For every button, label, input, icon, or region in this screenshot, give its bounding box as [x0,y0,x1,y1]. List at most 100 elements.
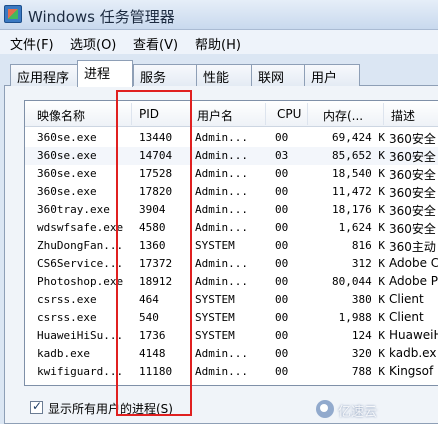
cell-description: 360安全 [389,168,436,182]
cell-memory: 312 K [351,257,385,270]
column-header-memory[interactable]: 内存(... [323,107,363,124]
cell-user-name: SYSTEM [195,239,235,252]
cell-memory: 18,176 K [332,203,385,216]
cell-memory: 18,540 K [332,167,385,180]
cell-description: 360安全 [389,222,436,236]
menu-options[interactable]: 选项(O) [70,34,116,53]
cell-user-name: Admin... [195,347,248,360]
cell-user-name: Admin... [195,383,255,385]
cell-cpu: 00 [275,383,297,385]
cell-memory: 1,624 K [338,221,385,234]
menu-view[interactable]: 查看(V) [133,34,178,53]
column-header-row: 映像名称 PID 用户名 CPU 内存(... 描述 [25,101,438,127]
cell-description: Client [389,292,424,306]
cell-user-name: Admin... [195,275,248,288]
cell-description: Kingsof [389,364,434,378]
show-all-checkbox[interactable] [30,399,43,414]
cell-memory: 320 K [351,347,385,360]
tab-processes[interactable]: 进程 [77,60,133,87]
cell-user-name: Admin... [195,167,248,180]
column-header-description[interactable]: 描述 [391,107,415,124]
window-title: Windows 任务管理器 [28,8,175,26]
cell-cpu: 00 [275,365,289,378]
cell-memory: 69,424 K [332,131,385,144]
column-divider[interactable] [383,103,384,125]
cell-cpu: 00 [275,167,289,180]
cell-cpu: 00 [275,131,289,144]
cell-description: 360主动 [389,240,436,254]
menu-file[interactable]: 文件(F) [10,34,54,53]
menu-bar: 文件(F) 选项(O) 查看(V) 帮助(H) [0,30,438,54]
process-row[interactable]: CS6Service... 17372 Admin... 00 312 K Adobe C [25,255,438,273]
column-divider[interactable] [307,103,308,125]
column-header-cpu[interactable]: CPU [277,107,301,121]
cell-user-name: Admin... [195,221,248,234]
cell-cpu: 00 [275,203,289,216]
cell-memory: 380 K [351,293,385,306]
process-row[interactable]: 360se.exe 17820 Admin... 00 11,472 K 360安全 [25,183,438,201]
process-row[interactable]: csrss.exe 464 SYSTEM 00 380 K Client [25,291,438,309]
cell-description: Client [389,310,424,324]
cell-cpu: 00 [275,185,289,198]
process-row[interactable]: 360se.exe 13440 Admin... 00 69,424 K 360安全 [25,129,438,147]
menu-help[interactable]: 帮助(H) [195,34,241,53]
task-manager-icon [4,5,22,23]
cell-memory: 85,652 K [332,149,385,162]
cell-cpu: 00 [275,329,289,342]
cell-user-name: Admin... [195,257,248,270]
process-row[interactable]: kwifiguard... 11180 Admin... 00 788 K Kingsof [25,363,438,381]
cell-user-name: Admin... [195,365,248,378]
watermark-logo-icon [316,400,334,418]
tab-services[interactable]: 服务 [133,64,197,86]
cell-cpu: 00 [275,257,289,270]
cell-user-name: Admin... [195,185,248,198]
cell-user-name: Admin... [195,203,248,216]
cell-description: 360安全 [389,132,436,146]
process-row[interactable]: HuaweiHiSu... 1736 SYSTEM 00 124 K HuaweiH [25,327,438,345]
cell-description: 360安全 [389,204,436,218]
cell-memory: 1,988 K [338,311,385,324]
cell-memory: 816 K [351,239,385,252]
cell-memory: 11,472 K [332,185,385,198]
process-row[interactable]: kwifi.exe10256Admin...00 [25,381,438,385]
process-row[interactable]: kadb.exe 4148 Admin... 00 320 Kkadb.ex [25,345,438,363]
cell-description: kadb.ex [389,346,437,360]
cell-description: HuaweiH [389,328,438,342]
cell-cpu: 00 [275,347,289,360]
tab-applications[interactable]: 应用程序 [10,64,78,86]
tab-networking[interactable]: 联网 [251,64,305,86]
cell-description: 360安全 [389,186,436,200]
cell-cpu: 00 [275,311,289,324]
cell-cpu: 00 [275,221,289,234]
watermark-text: 亿速云 [338,405,378,420]
tab-strip: 应用程序 进程 服务 性能 联网 用户 [0,58,438,87]
process-row[interactable]: wdswfsafe.exe 4580 Admin... 00 1,624 K 360安全 [25,219,438,237]
pid-highlight-box [116,90,192,416]
watermark: 亿速云 [316,398,436,422]
cell-cpu: 00 [275,275,289,288]
cell-description: Adobe P [389,274,438,288]
process-row[interactable]: 360se.exe 17528 Admin... 00 18,540 K 360安全 [25,165,438,183]
tab-users[interactable]: 用户 [304,64,360,86]
process-row[interactable]: csrss.exe 540 SYSTEM 00 1,988 K Client [25,309,438,327]
cell-user-name: Admin... [195,131,248,144]
cell-user-name: SYSTEM [195,293,235,306]
cell-cpu: 03 [275,149,289,162]
cell-cpu: 00 [275,293,289,306]
process-row[interactable]: ZhuDongFan... 1360 SYSTEM 00 816 K 360主动 [25,237,438,255]
column-header-image-name[interactable]: 映像名称 [37,107,85,124]
title-bar: Windows 任务管理器 [0,0,438,30]
cell-memory: 788 K [351,365,385,378]
process-row[interactable]: 360se.exe 14704 Admin... 03 85,652 K 360安全 [25,147,438,165]
cell-cpu: 00 [275,239,289,252]
process-row[interactable]: 360tray.exe 3904 Admin... 00 18,176 K 360安全 [25,201,438,219]
process-row[interactable]: Photoshop.exe 18912 Admin... 00 80,044 K Adob… [25,273,438,291]
cell-description: Adobe C [389,256,438,270]
cell-memory: 80,044 K [332,275,385,288]
column-header-user-name[interactable]: 用户名 [197,107,233,124]
column-divider[interactable] [265,103,266,125]
cell-memory: 124 K [351,329,385,342]
process-list[interactable]: 映像名称 PID 用户名 CPU 内存(... 描述 360se.exe 1344… [24,100,438,386]
cell-user-name: Admin... [195,149,248,162]
tab-performance[interactable]: 性能 [196,64,252,86]
